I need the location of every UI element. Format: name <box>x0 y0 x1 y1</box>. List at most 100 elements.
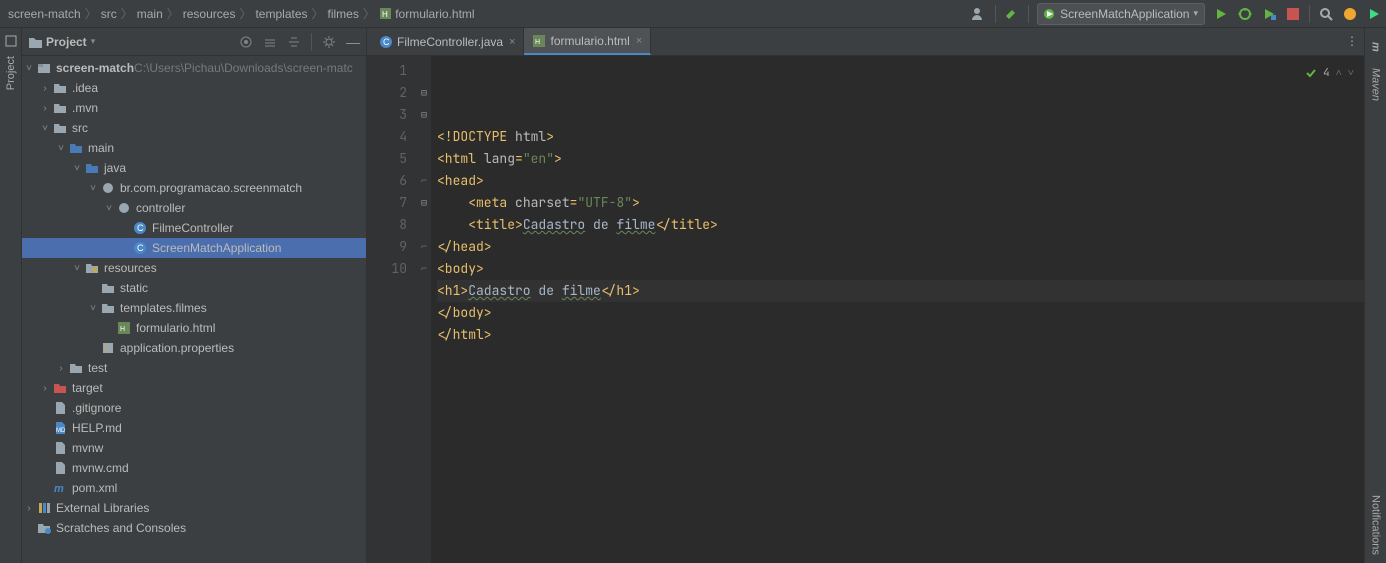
run-config-selector[interactable]: ScreenMatchApplication ▾ <box>1037 3 1205 25</box>
project-tree[interactable]: ˅screen-match C:\Users\Pichau\Downloads\… <box>22 56 366 563</box>
tree-row[interactable]: ˅screen-match C:\Users\Pichau\Downloads\… <box>22 58 366 78</box>
tree-arrow-icon[interactable]: › <box>54 363 68 374</box>
breadcrumb-item[interactable]: filmes <box>328 7 359 21</box>
debug-icon[interactable] <box>1237 6 1253 22</box>
breadcrumb-item[interactable]: H formulario.html <box>379 7 475 21</box>
code-line[interactable]: </html> <box>437 324 1364 346</box>
tree-row[interactable]: ›.idea <box>22 78 366 98</box>
tree-arrow-icon[interactable]: › <box>22 503 36 514</box>
tree-row[interactable]: ˅java <box>22 158 366 178</box>
fold-minus-icon[interactable]: ⊟ <box>421 192 427 214</box>
maven-stripe-button[interactable]: Maven <box>1370 60 1382 109</box>
hide-icon[interactable]: — <box>346 34 360 50</box>
tree-row[interactable]: ˅resources <box>22 258 366 278</box>
run-icon[interactable] <box>1213 6 1229 22</box>
tree-arrow-icon[interactable]: › <box>38 383 52 394</box>
code-line[interactable]: <html lang="en"> <box>437 148 1364 170</box>
tree-row[interactable]: Hformulario.html <box>22 318 366 338</box>
close-icon[interactable]: × <box>636 35 642 47</box>
fold-minus-icon[interactable]: ⊟ <box>421 104 427 126</box>
play-arrow-icon[interactable] <box>1366 6 1382 22</box>
breadcrumb-item[interactable]: templates <box>255 7 307 21</box>
editor-tab[interactable]: Hformulario.html× <box>524 28 651 55</box>
gear-icon[interactable] <box>322 35 336 49</box>
tree-row[interactable]: ˅ br.com.programacao.screenmatch <box>22 178 366 198</box>
tree-arrow-icon[interactable]: ˅ <box>86 303 100 314</box>
maven-stripe-m[interactable]: m <box>1370 34 1382 60</box>
breadcrumb-item[interactable]: src <box>101 7 117 21</box>
tree-row[interactable]: ›target <box>22 378 366 398</box>
tree-row[interactable]: ›.mvn <box>22 98 366 118</box>
add-user-icon[interactable] <box>971 6 987 22</box>
editor-tab[interactable]: CFilmeController.java× <box>371 28 524 55</box>
tree-row[interactable]: application.properties <box>22 338 366 358</box>
chevron-down-icon[interactable]: ▾ <box>91 36 96 47</box>
tree-row[interactable]: ›External Libraries <box>22 498 366 518</box>
tabs-menu-icon[interactable]: ⋮ <box>1346 34 1358 48</box>
code-line[interactable]: <body> <box>437 258 1364 280</box>
chevron-up-icon[interactable]: ˄ <box>1336 62 1342 84</box>
breadcrumb-item[interactable]: main <box>137 7 163 21</box>
close-icon[interactable]: × <box>509 36 515 48</box>
code-line[interactable]: </body> <box>437 302 1364 324</box>
tree-arrow-icon[interactable]: ˅ <box>86 183 100 194</box>
tree-row[interactable]: ˅ templates.filmes <box>22 298 366 318</box>
collapse-all-icon[interactable] <box>287 35 301 49</box>
breadcrumb-separator: 〉 <box>85 5 97 22</box>
code-line[interactable]: <meta charset="UTF-8"> <box>437 192 1364 214</box>
select-opened-icon[interactable] <box>239 35 253 49</box>
tree-row[interactable]: mvnw <box>22 438 366 458</box>
inspection-widget[interactable]: 4 ˄ ˅ <box>1305 62 1354 84</box>
project-stripe-button[interactable]: Project <box>5 48 17 98</box>
tree-label: mvnw.cmd <box>72 461 129 475</box>
code-line[interactable]: <head> <box>437 170 1364 192</box>
expand-all-icon[interactable] <box>263 35 277 49</box>
breadcrumb-item[interactable]: resources <box>183 7 236 21</box>
tree-row[interactable]: ˅main <box>22 138 366 158</box>
project-tool-window: Project ▾ — ˅screen-match C:\Users\Picha… <box>22 28 367 563</box>
tree-arrow-icon[interactable]: ˅ <box>70 263 84 274</box>
tree-label: br.com.programacao.screenmatch <box>120 181 302 195</box>
tree-row[interactable]: mpom.xml <box>22 478 366 498</box>
tree-row[interactable]: ˅controller <box>22 198 366 218</box>
svg-text:H: H <box>120 326 125 333</box>
tree-row[interactable]: .gitignore <box>22 398 366 418</box>
stop-icon[interactable] <box>1285 6 1301 22</box>
tab-label: FilmeController.java <box>397 35 503 49</box>
code-line[interactable]: <h1>Cadastro de filme</h1> <box>437 280 1364 302</box>
code-line[interactable]: </head> <box>437 236 1364 258</box>
code-line[interactable]: <!DOCTYPE html> <box>437 126 1364 148</box>
tree-row[interactable]: static <box>22 278 366 298</box>
code-line[interactable]: <title>Cadastro de filme</title> <box>437 214 1364 236</box>
tree-arrow-icon[interactable]: ˅ <box>22 63 36 74</box>
notifications-stripe-button[interactable]: Notifications <box>1370 487 1382 563</box>
tree-label: templates.filmes <box>120 301 207 315</box>
tree-arrow-icon[interactable]: ˅ <box>54 143 68 154</box>
run-coverage-icon[interactable] <box>1261 6 1277 22</box>
updates-icon[interactable] <box>1342 6 1358 22</box>
editor-body[interactable]: 12345678910 ⊟⊟⌐⊟⌐⌐ 4 ˄ ˅ <!DOCTYPE html>… <box>367 56 1364 563</box>
tree-arrow-icon[interactable]: ˅ <box>102 203 116 214</box>
tree-arrow-icon[interactable]: › <box>38 83 52 94</box>
tree-row[interactable]: ›test <box>22 358 366 378</box>
tree-row-selected[interactable]: CScreenMatchApplication <box>22 238 366 258</box>
tree-row[interactable]: ˅ src <box>22 118 366 138</box>
fold-gutter[interactable]: ⊟⊟⌐⊟⌐⌐ <box>417 56 431 563</box>
fold-minus-icon[interactable]: ⊟ <box>421 82 427 104</box>
code-content[interactable]: 4 ˄ ˅ <!DOCTYPE html><html lang="en"><he… <box>431 56 1364 563</box>
tree-label: src <box>72 121 88 135</box>
project-stripe-icon[interactable] <box>4 34 18 48</box>
tree-arrow-icon[interactable]: ˅ <box>38 123 52 134</box>
breadcrumb[interactable]: screen-match〉src〉main〉resources〉template… <box>4 5 475 22</box>
tree-arrow-icon[interactable]: › <box>38 103 52 114</box>
tree-row[interactable]: MDHELP.md <box>22 418 366 438</box>
tree-arrow-icon[interactable]: ˅ <box>70 163 84 174</box>
chevron-down-icon[interactable]: ˅ <box>1348 62 1354 84</box>
separator <box>1309 5 1310 23</box>
build-hammer-icon[interactable] <box>1004 6 1020 22</box>
search-icon[interactable] <box>1318 6 1334 22</box>
tree-row[interactable]: CFilmeController <box>22 218 366 238</box>
breadcrumb-item[interactable]: screen-match <box>8 7 81 21</box>
tree-row[interactable]: Scratches and Consoles <box>22 518 366 538</box>
tree-row[interactable]: mvnw.cmd <box>22 458 366 478</box>
